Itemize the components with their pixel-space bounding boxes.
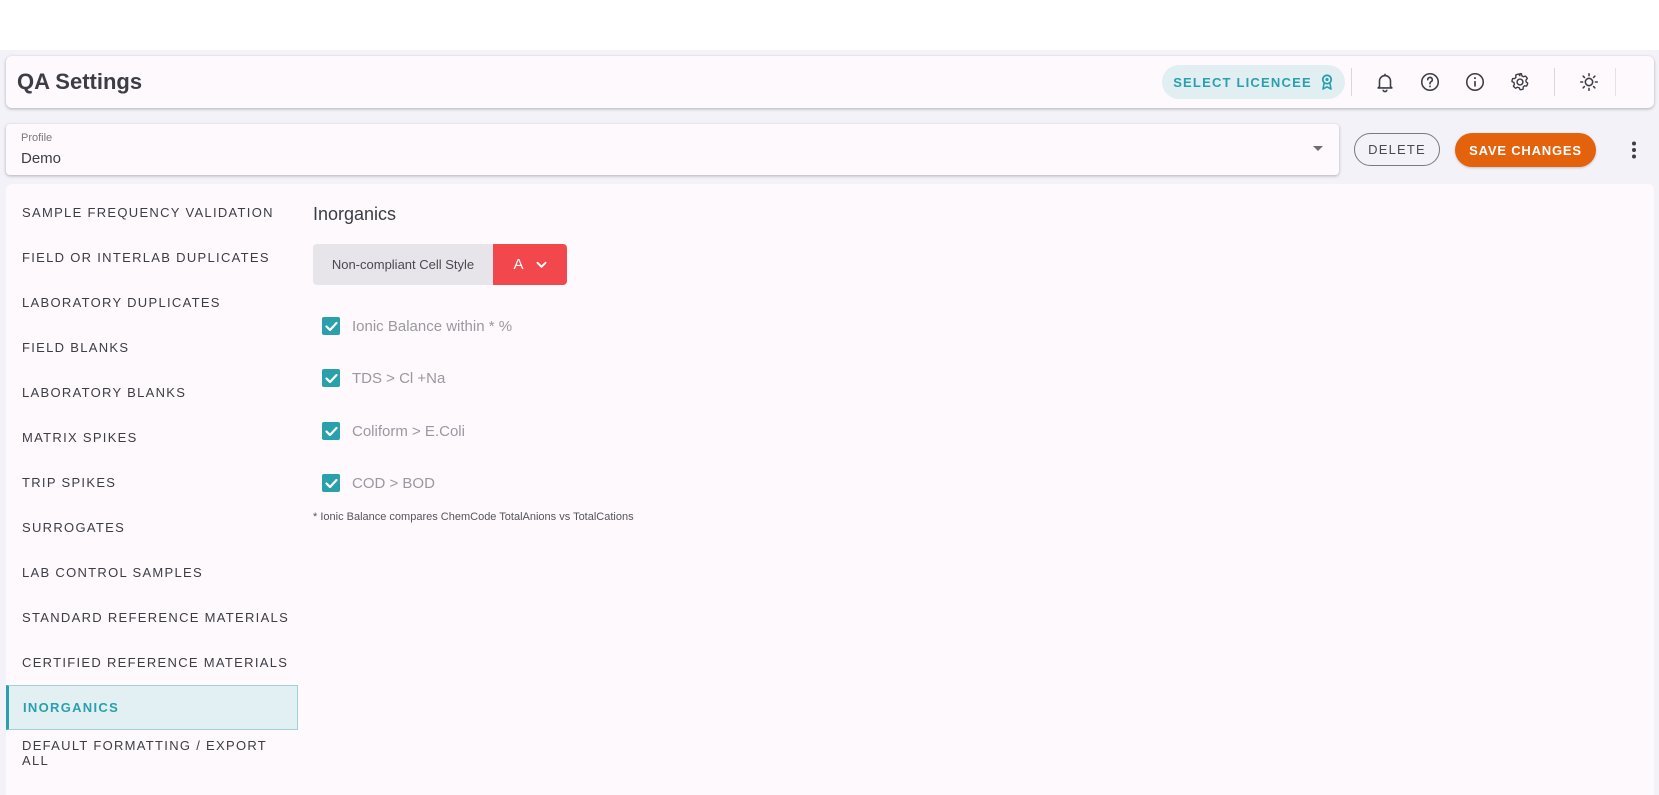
info-button[interactable] [1459, 66, 1491, 98]
cell-style-control: Non-compliant Cell Style A [313, 244, 567, 285]
sidebar-item-field-or-interlab-duplicates[interactable]: FIELD OR INTERLAB DUPLICATES [6, 235, 298, 280]
check-label: TDS > Cl +Na [352, 369, 446, 387]
sun-icon [1579, 72, 1599, 92]
checkbox-checked[interactable] [322, 369, 340, 387]
check-icon [324, 478, 338, 488]
check-icon [324, 321, 338, 331]
sidebar-item-sample-frequency-validation[interactable]: SAMPLE FREQUENCY VALIDATION [6, 190, 298, 235]
check-label: Ionic Balance within * % [352, 317, 513, 335]
check-tds[interactable]: TDS > Cl +Na [322, 366, 445, 390]
check-icon [324, 373, 338, 383]
checkbox-checked[interactable] [322, 317, 340, 335]
award-icon [1321, 74, 1332, 90]
save-changes-button[interactable]: SAVE CHANGES [1455, 133, 1596, 167]
check-label: Coliform > E.Coli [352, 422, 465, 440]
sidebar-item-field-blanks[interactable]: FIELD BLANKS [6, 325, 298, 370]
profile-label: Profile [21, 132, 53, 144]
header-divider [1351, 68, 1352, 96]
sidebar-item-laboratory-duplicates[interactable]: LABORATORY DUPLICATES [6, 280, 298, 325]
gear-icon [1511, 72, 1529, 91]
info-circle-icon [1465, 72, 1485, 92]
chevron-down-icon [536, 261, 546, 268]
delete-button[interactable]: DELETE [1354, 133, 1440, 166]
sidebar-item-trip-spikes[interactable]: TRIP SPIKES [6, 460, 298, 505]
check-icon [324, 426, 338, 436]
sidebar-item-inorganics[interactable]: INORGANICS [6, 685, 298, 730]
footnote: * Ionic Balance compares ChemCode TotalA… [313, 511, 634, 523]
sidebar-item-certified-reference-materials[interactable]: CERTIFIED REFERENCE MATERIALS [6, 640, 298, 685]
page-header: QA Settings SELECT LICENCEE [6, 56, 1654, 108]
checkbox-checked[interactable] [322, 422, 340, 440]
select-licencee-label: SELECT LICENCEE [1173, 74, 1312, 90]
caret-down-icon [1313, 146, 1323, 151]
header-divider [1554, 68, 1555, 96]
header-divider [1615, 68, 1616, 96]
content-panel: SAMPLE FREQUENCY VALIDATION FIELD OR INT… [6, 184, 1654, 795]
select-licencee-button[interactable]: SELECT LICENCEE [1162, 65, 1345, 99]
theme-toggle-button[interactable] [1573, 66, 1605, 98]
sidebar-item-default-formatting-export-all[interactable]: DEFAULT FORMATTING / EXPORT ALL [6, 730, 298, 775]
cell-style-value: A [513, 256, 524, 273]
question-circle-icon [1420, 72, 1440, 92]
sidebar-item-standard-reference-materials[interactable]: STANDARD REFERENCE MATERIALS [6, 595, 298, 640]
sidebar-item-matrix-spikes[interactable]: MATRIX SPIKES [6, 415, 298, 460]
profile-value: Demo [21, 150, 62, 167]
cell-style-label: Non-compliant Cell Style [313, 244, 493, 285]
sidebar-item-surrogates[interactable]: SURROGATES [6, 505, 298, 550]
check-cod[interactable]: COD > BOD [322, 471, 435, 495]
kebab-vertical-icon [1632, 141, 1636, 159]
cell-style-select[interactable]: A [493, 244, 567, 285]
check-ionic-balance[interactable]: Ionic Balance within * % [322, 314, 512, 338]
bell-icon [1377, 73, 1393, 93]
checkbox-checked[interactable] [322, 474, 340, 492]
check-label: COD > BOD [352, 474, 435, 492]
profile-select[interactable]: Profile Demo [6, 124, 1339, 175]
more-options-button[interactable] [1622, 136, 1646, 164]
check-coliform[interactable]: Coliform > E.Coli [322, 419, 465, 443]
settings-button[interactable] [1504, 66, 1536, 98]
page-title: QA Settings [17, 69, 143, 94]
sidebar-item-laboratory-blanks[interactable]: LABORATORY BLANKS [6, 370, 298, 415]
notifications-button[interactable] [1369, 66, 1401, 98]
top-blank-area [0, 0, 1659, 50]
sidebar-item-lab-control-samples[interactable]: LAB CONTROL SAMPLES [6, 550, 298, 595]
help-button[interactable] [1414, 66, 1446, 98]
section-title: Inorganics [313, 204, 397, 224]
